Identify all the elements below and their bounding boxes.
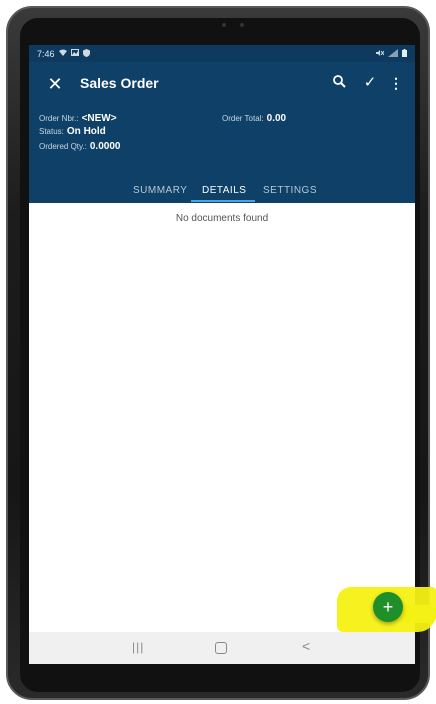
ordered-qty-field: Ordered Qty.: 0.0000 (39, 141, 120, 152)
order-total-label: Order Total: (222, 114, 264, 123)
signal-icon (388, 48, 398, 59)
status-value: On Hold (66, 126, 106, 137)
more-options-button[interactable]: ⋮ (386, 73, 406, 93)
save-button[interactable]: ✓ (360, 73, 380, 93)
tab-bar: SUMMARY DETAILS SETTINGS (29, 181, 415, 203)
app-bar: ✕ Sales Order ✓ ⋮ Order Nbr.: <NEW> Statu… (29, 62, 415, 203)
ordered-qty-value: 0.0000 (89, 141, 121, 152)
status-time: 7:46 (37, 48, 55, 59)
screen: 7:46 ✕ Sales Order ✓ ⋮ Order Nbr.: <NEW>… (29, 45, 415, 664)
add-button[interactable]: + (373, 592, 403, 622)
wifi-icon (58, 49, 67, 58)
empty-message: No documents found (175, 213, 269, 224)
close-icon: ✕ (47, 74, 63, 94)
active-tab-indicator (191, 200, 255, 202)
order-total-value: 0.00 (266, 113, 287, 124)
order-nbr-value: <NEW> (81, 113, 117, 124)
close-button[interactable]: ✕ (45, 74, 65, 94)
tab-summary[interactable]: SUMMARY (133, 185, 187, 196)
status-bar: 7:46 (29, 45, 415, 62)
tab-settings[interactable]: SETTINGS (263, 185, 317, 196)
more-vert-icon: ⋮ (389, 75, 403, 91)
front-camera (222, 23, 226, 27)
mute-icon (376, 49, 385, 59)
order-nbr-label: Order Nbr.: (39, 114, 79, 123)
order-nbr-field: Order Nbr.: <NEW> (39, 113, 117, 124)
battery-icon (402, 48, 407, 59)
check-icon: ✓ (363, 74, 377, 91)
home-button[interactable] (215, 642, 227, 654)
status-label: Status: (39, 127, 64, 136)
sensor (240, 23, 244, 27)
back-button[interactable]: < (302, 638, 310, 654)
details-list: No documents found (29, 203, 415, 633)
order-total-field: Order Total: 0.00 (222, 113, 286, 124)
status-field: Status: On Hold (39, 126, 106, 137)
recent-apps-button[interactable]: ||| (132, 640, 144, 654)
search-icon (332, 75, 346, 91)
search-button[interactable] (329, 73, 349, 93)
image-icon (70, 49, 79, 58)
tab-details[interactable]: DETAILS (202, 185, 246, 196)
ordered-qty-label: Ordered Qty.: (39, 142, 87, 151)
system-nav-bar: ||| < (29, 632, 415, 664)
plus-icon: + (382, 597, 394, 617)
shield-icon (82, 48, 90, 59)
highlight-marker-tail (400, 605, 436, 623)
page-title: Sales Order (80, 75, 159, 91)
